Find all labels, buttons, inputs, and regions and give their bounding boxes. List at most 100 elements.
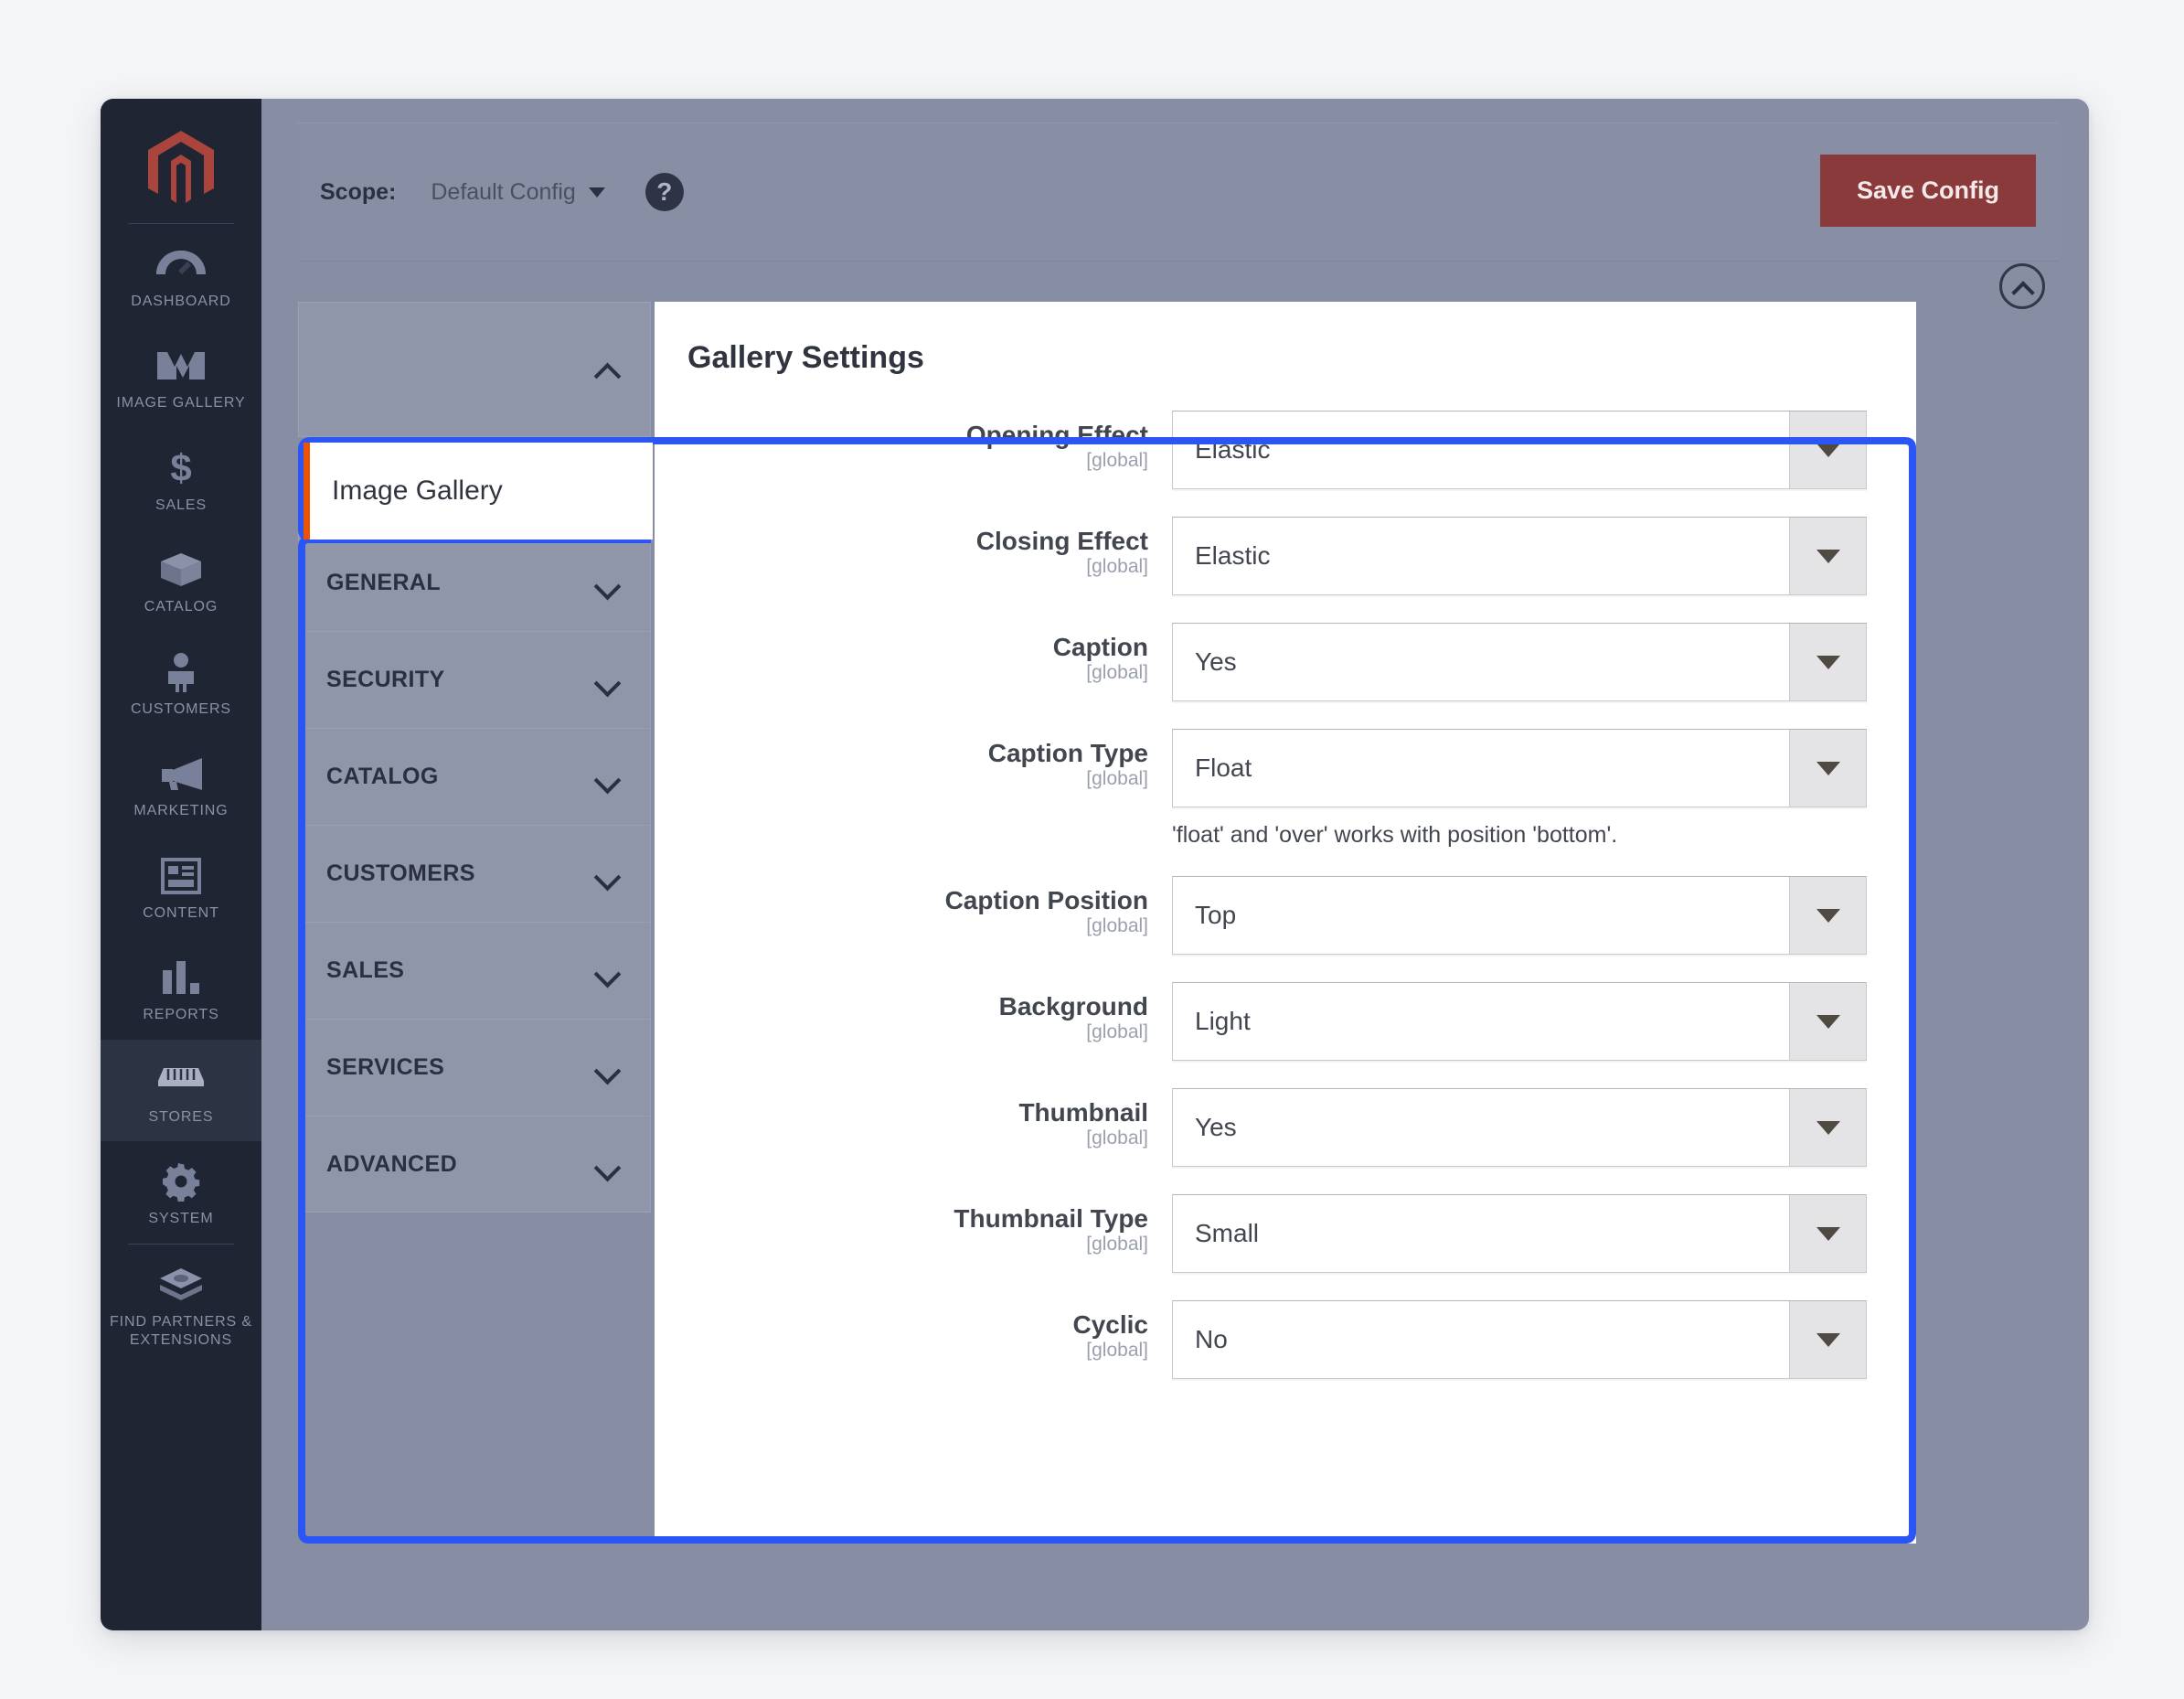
chevron-down-icon	[595, 867, 619, 881]
select-value: No	[1195, 1325, 1228, 1353]
nav-section-general[interactable]: GENERAL	[298, 534, 651, 631]
magento-logo[interactable]	[101, 115, 261, 223]
nav-section-sales[interactable]: SALES	[298, 922, 651, 1019]
chevron-up-circle-icon[interactable]	[1999, 263, 2045, 309]
sidebar-item-system[interactable]: SYSTEM	[101, 1141, 261, 1243]
chevron-down-icon	[1789, 1089, 1866, 1166]
field-label: Cyclic	[1072, 1310, 1149, 1339]
chevron-down-icon	[595, 770, 619, 784]
field-caption-position: Caption Position [global] Top	[678, 876, 1894, 955]
nav-section-label: ADVANCED	[326, 1150, 458, 1177]
sidebar-item-image-gallery[interactable]: IMAGE GALLERY	[101, 326, 261, 427]
chevron-down-icon	[1789, 983, 1866, 1060]
select-value: Small	[1195, 1219, 1260, 1247]
chevron-up-icon	[595, 363, 619, 377]
sidebar-item-sales[interactable]: $ SALES	[101, 428, 261, 529]
bar-chart-icon	[160, 957, 202, 998]
field-label: Thumbnail	[1018, 1098, 1148, 1127]
field-caption-type: Caption Type [global] Float 'float' and …	[678, 729, 1894, 849]
question-mark-icon[interactable]: ?	[645, 173, 684, 211]
field-label-col: Caption Type [global]	[678, 729, 1172, 790]
megaphone-icon	[156, 753, 206, 794]
sidebar-item-content[interactable]: CONTENT	[101, 836, 261, 937]
sidebar-item-dashboard[interactable]: DASHBOARD	[101, 224, 261, 326]
field-label-col: Background [global]	[678, 982, 1172, 1043]
select-value: Yes	[1195, 1113, 1237, 1141]
select-value: Top	[1195, 901, 1237, 929]
caption-position-select[interactable]: Top	[1172, 876, 1867, 955]
chevron-up-glyph	[2012, 281, 2032, 293]
sidebar-item-label: FIND PARTNERS & EXTENSIONS	[109, 1313, 253, 1349]
closing-effect-select[interactable]: Elastic	[1172, 517, 1867, 595]
scope-selector[interactable]: Default Config	[431, 178, 605, 206]
field-label: Closing Effect	[975, 527, 1148, 555]
field-label: Opening Effect	[965, 421, 1148, 449]
field-caption: Caption [global] Yes	[678, 623, 1894, 701]
cyclic-select[interactable]: No	[1172, 1300, 1867, 1379]
thumbnail-select[interactable]: Yes	[1172, 1088, 1867, 1167]
field-control-col: Elastic	[1172, 517, 1894, 595]
field-thumbnail: Thumbnail [global] Yes	[678, 1088, 1894, 1167]
field-label: Caption Position	[944, 886, 1148, 914]
select-value: Light	[1195, 1007, 1251, 1035]
dollar-icon: $	[163, 447, 199, 489]
field-control-col: Light	[1172, 982, 1894, 1061]
chevron-down-icon	[595, 964, 619, 978]
field-label: Background	[998, 992, 1148, 1020]
field-cyclic: Cyclic [global] No	[678, 1300, 1894, 1379]
field-scope-tag: [global]	[1086, 1340, 1148, 1362]
config-nav: GENERAL SECURITY CATALOG CUSTOMERS SALES	[298, 302, 651, 1213]
sidebar-item-label: CONTENT	[143, 904, 219, 921]
sidebar-item-marketing[interactable]: MARKETING	[101, 733, 261, 835]
nav-section-catalog[interactable]: CATALOG	[298, 728, 651, 825]
nav-section-services[interactable]: SERVICES	[298, 1019, 651, 1116]
sidebar-item-customers[interactable]: CUSTOMERS	[101, 632, 261, 733]
select-value: Elastic	[1195, 435, 1271, 464]
opening-effect-select[interactable]: Elastic	[1172, 411, 1867, 489]
config-body: GENERAL SECURITY CATALOG CUSTOMERS SALES	[298, 302, 2058, 1544]
nav-section-security[interactable]: SECURITY	[298, 631, 651, 728]
field-control-col: Yes	[1172, 1088, 1894, 1167]
sidebar-item-catalog[interactable]: CATALOG	[101, 529, 261, 631]
field-label-col: Opening Effect [global]	[678, 411, 1172, 472]
config-tab-image-gallery[interactable]: Image Gallery	[304, 443, 653, 540]
field-label: Caption Type	[987, 739, 1148, 767]
field-scope-tag: [global]	[1086, 1234, 1148, 1256]
field-opening-effect: Opening Effect [global] Elastic	[678, 411, 1894, 489]
field-control-col: Float 'float' and 'over' works with posi…	[1172, 729, 1894, 849]
field-label: Thumbnail Type	[954, 1204, 1148, 1233]
extensions-icon	[156, 1265, 206, 1305]
sidebar-item-find-partners[interactable]: FIND PARTNERS & EXTENSIONS	[101, 1245, 261, 1365]
field-label-col: Closing Effect [global]	[678, 517, 1172, 578]
chevron-down-icon	[595, 1158, 619, 1171]
field-scope-tag: [global]	[1086, 1021, 1148, 1043]
sidebar-item-label: MARKETING	[133, 803, 229, 819]
caption-select[interactable]: Yes	[1172, 623, 1867, 701]
save-config-button[interactable]: Save Config	[1819, 155, 2036, 227]
field-thumbnail-type: Thumbnail Type [global] Small	[678, 1194, 1894, 1273]
nav-section-advanced[interactable]: ADVANCED	[298, 1116, 651, 1213]
nav-section-customers[interactable]: CUSTOMERS	[298, 825, 651, 922]
nav-section-label: SECURITY	[326, 667, 445, 692]
sidebar-item-label: STORES	[148, 1108, 214, 1125]
sidebar-item-reports[interactable]: REPORTS	[101, 937, 261, 1039]
field-scope-tag: [global]	[1086, 556, 1148, 578]
sidebar-item-stores[interactable]: STORES	[101, 1039, 261, 1142]
sidebar-item-label: CATALOG	[144, 599, 218, 615]
field-control-col: Top	[1172, 876, 1894, 955]
scope-value: Default Config	[431, 178, 576, 205]
nav-section-label: CATALOG	[326, 764, 439, 789]
chevron-down-icon	[1789, 730, 1866, 807]
chevron-down-icon	[595, 673, 619, 687]
nav-section-expanded-header[interactable]	[298, 302, 651, 437]
chevron-down-icon	[1789, 411, 1866, 488]
field-control-col: Elastic	[1172, 411, 1894, 489]
gallery-settings-panel: Gallery Settings Opening Effect [global]…	[655, 302, 1916, 1544]
field-hint: 'float' and 'over' works with position '…	[1172, 822, 1618, 848]
field-label-col: Thumbnail Type [global]	[678, 1194, 1172, 1256]
caption-type-select[interactable]: Float	[1172, 729, 1867, 807]
thumbnail-type-select[interactable]: Small	[1172, 1194, 1867, 1273]
image-gallery-icon	[154, 346, 208, 386]
background-select[interactable]: Light	[1172, 982, 1867, 1061]
chevron-down-icon	[1789, 1301, 1866, 1378]
